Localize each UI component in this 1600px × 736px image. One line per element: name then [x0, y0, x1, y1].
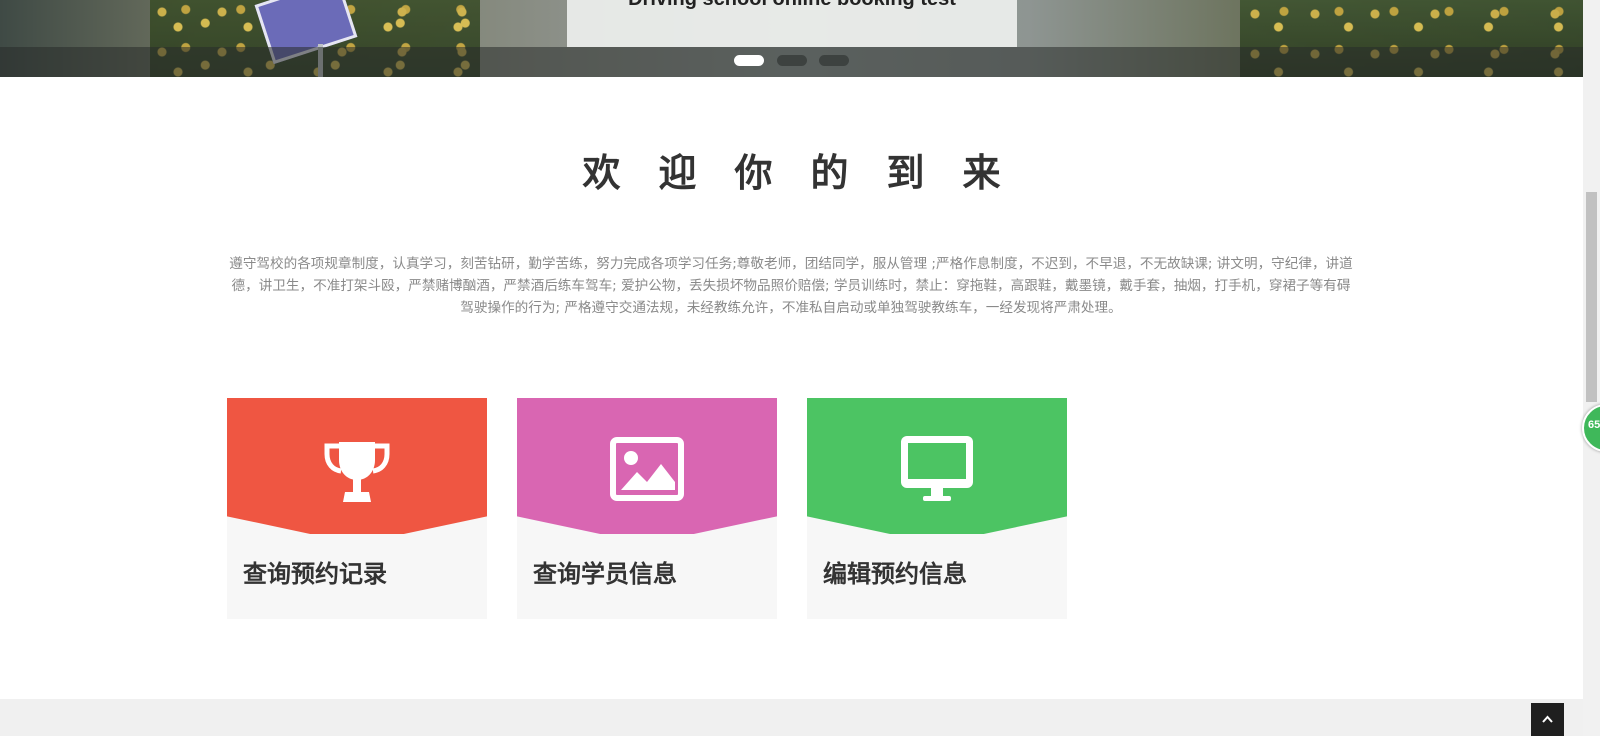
carousel-dot-1[interactable]	[734, 55, 764, 66]
card-label: 查询预约记录	[243, 560, 387, 588]
monitor-icon	[901, 436, 973, 501]
welcome-text: 遵守驾校的各项规章制度，认真学习，刻苦钻研，勤学苦练，努力完成各项学习任务;尊敬…	[229, 256, 1353, 316]
carousel-dot-2[interactable]	[777, 55, 807, 66]
card-header	[807, 398, 1067, 534]
image-icon	[610, 437, 684, 501]
scrollbar-thumb[interactable]	[1586, 192, 1597, 402]
floating-badge-text: 65	[1588, 419, 1600, 431]
card-query-booking-records[interactable]: 查询预约记录	[227, 398, 487, 619]
carousel-dot-3[interactable]	[819, 55, 849, 66]
chevron-up-icon	[1542, 715, 1553, 723]
banner-caption: Driving school online booking test	[567, 0, 1017, 11]
card-edit-booking-info[interactable]: 编辑预约信息	[807, 398, 1067, 619]
footer	[0, 699, 1583, 736]
card-label: 编辑预约信息	[823, 560, 967, 588]
page: Driving school online booking test 欢迎你的到…	[0, 0, 1600, 736]
card-label: 查询学员信息	[533, 560, 677, 588]
card-header	[227, 398, 487, 534]
welcome-title: 欢迎你的到来	[582, 151, 1039, 195]
banner-caption-box: Driving school online booking test	[567, 0, 1017, 47]
card-header	[517, 398, 777, 534]
trophy-icon	[324, 442, 390, 502]
card-query-student-info[interactable]: 查询学员信息	[517, 398, 777, 619]
back-to-top-button[interactable]	[1531, 703, 1564, 736]
